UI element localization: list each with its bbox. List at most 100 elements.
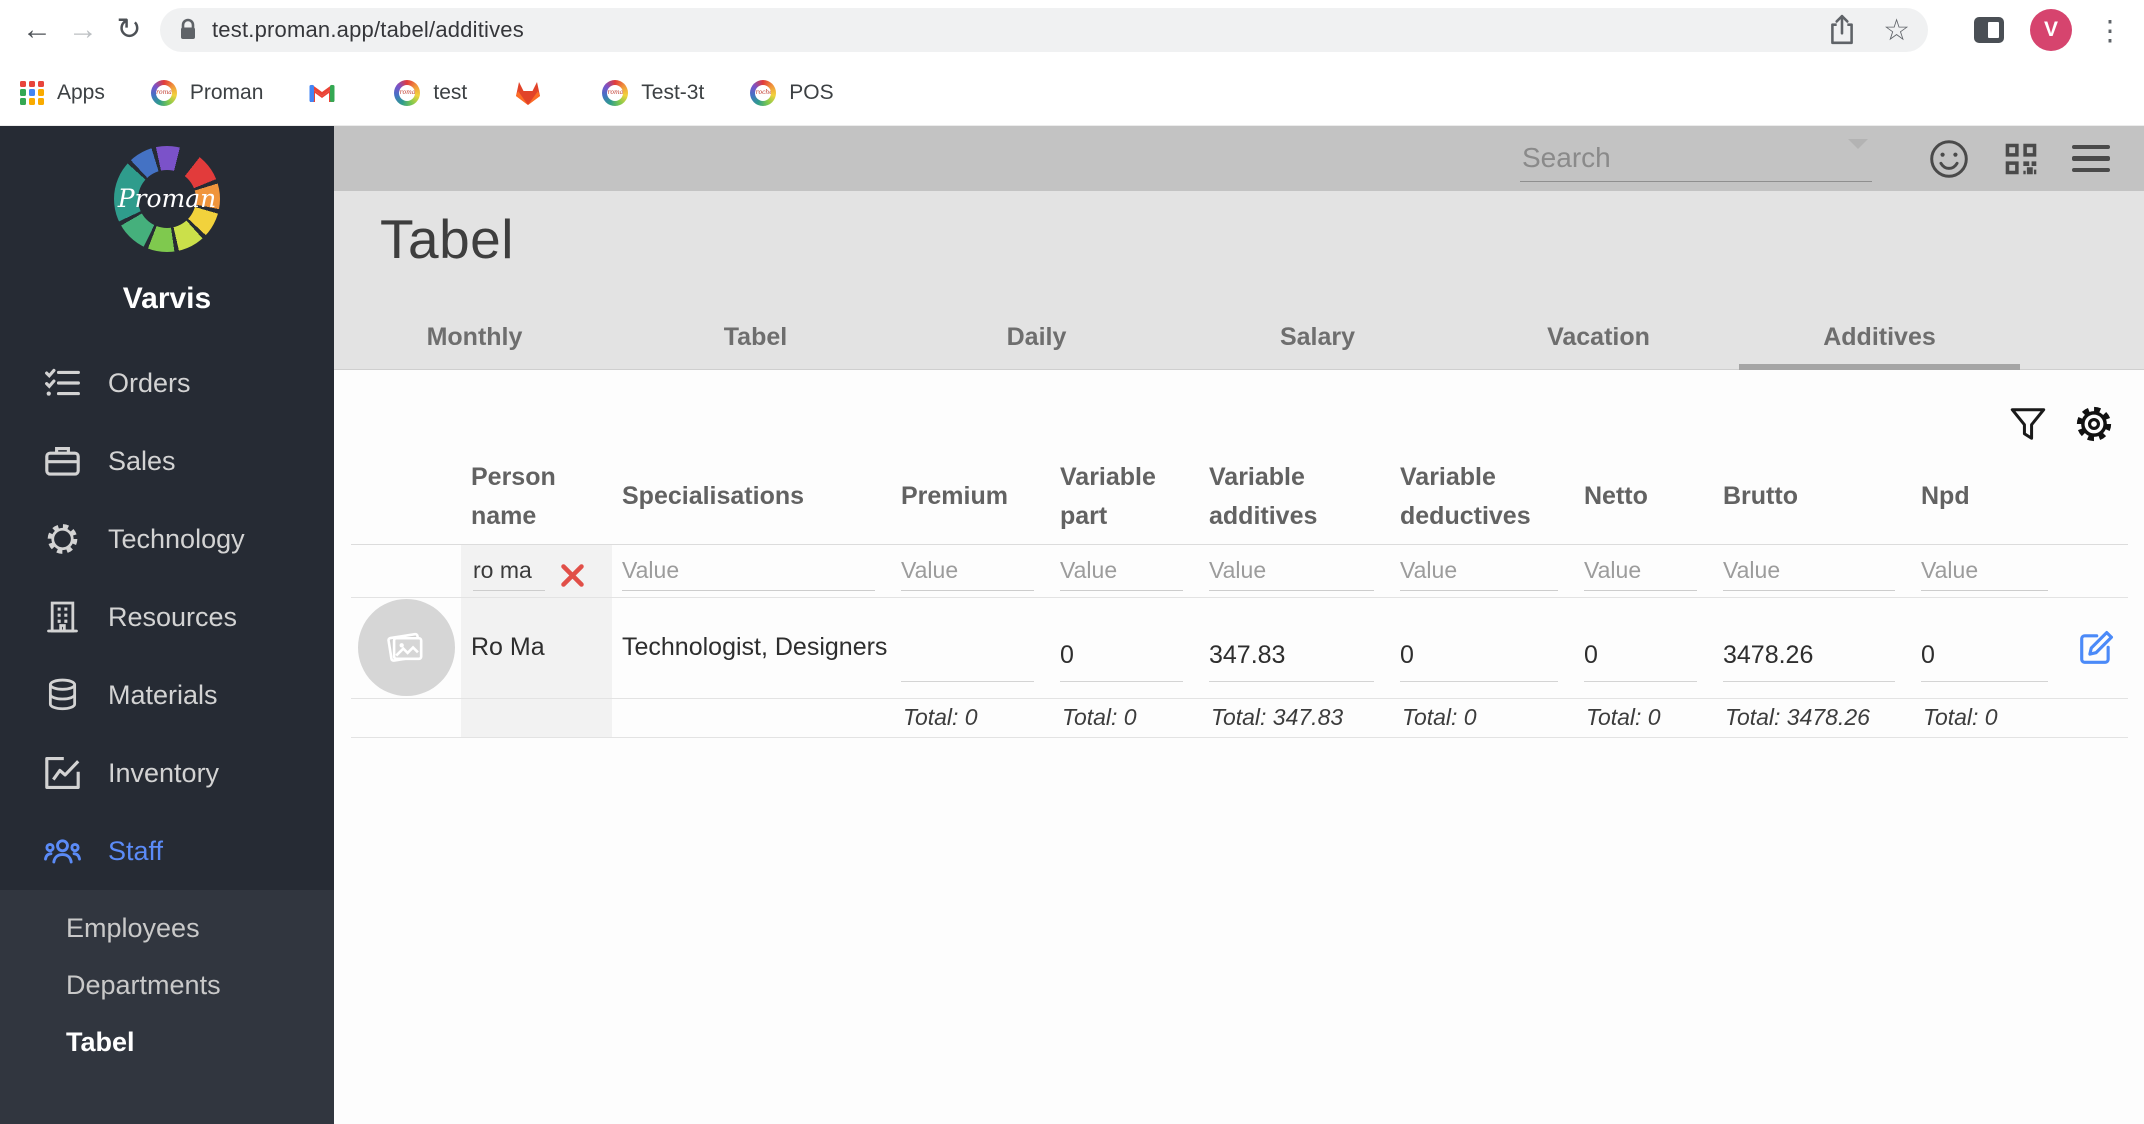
brutto-filter-input[interactable] [1723,556,1895,591]
row-variable-additives-cell [1199,598,1390,698]
bookmark-label: Test-3t [641,80,705,104]
bookmark-gitlab[interactable] [513,79,556,107]
column-header-brutto: Brutto [1723,482,1798,511]
browser-menu-icon[interactable]: ⋮ [2096,14,2124,47]
page-title: Tabel [380,208,514,270]
sidebar-item-label: Staff [108,835,164,866]
bookmark-label: POS [789,80,834,104]
proman-favicon: Proman [150,79,177,106]
tab-additives[interactable]: Additives [1739,305,2020,370]
table-tools [351,370,2128,444]
address-bar[interactable]: test.proman.app/tabel/additives ☆ [160,8,1928,52]
search-field[interactable] [1520,135,1872,182]
sidebar-item-technology[interactable]: Technology [0,500,334,578]
bookmark-label: Apps [57,80,105,104]
lock-icon [181,18,195,39]
submenu-item-tabel[interactable]: Tabel [0,1014,334,1071]
totals-actions-cell [2064,699,2128,737]
photo-placeholder-icon [387,632,423,662]
reload-icon[interactable]: ↻ [106,0,152,60]
gmail-icon [309,84,335,102]
sidebar-item-staff[interactable]: Staff [0,812,334,890]
tab-monthly[interactable]: Monthly [334,305,615,369]
tab-daily[interactable]: Daily [896,305,1177,369]
filter-icon[interactable] [2008,404,2048,444]
sidebar-item-inventory[interactable]: Inventory [0,734,334,812]
variable-additives-value-input[interactable] [1209,640,1374,682]
brutto-value-input[interactable] [1723,640,1895,682]
sidebar-item-resources[interactable]: Resources [0,578,334,656]
bookmark-gmail[interactable] [309,83,348,103]
staff-submenu: Employees Departments Tabel [0,890,334,1124]
premium-value-input[interactable] [901,640,1034,682]
search-dropdown-icon[interactable] [1848,139,1868,159]
edit-pencil-icon[interactable] [2076,628,2116,668]
menu-hamburger-icon[interactable] [2072,144,2110,173]
npd-value-input[interactable] [1921,640,2048,682]
share-icon[interactable] [1827,14,1857,46]
sidebar: Proman Varvis Orders Sales Technology Re… [0,126,334,1124]
account-name: Varvis [122,282,212,315]
variable-additives-filter-input[interactable] [1209,556,1374,591]
bookmark-test-3t[interactable]: Proman Test-3t [602,79,705,106]
filter-cell-npd [1911,545,2064,597]
sidebar-item-sales[interactable]: Sales [0,422,334,500]
person-name-filter-input[interactable] [473,556,545,591]
bookmarks-bar: Apps Proman Proman Proman test Proman Te… [0,60,2144,126]
bookmark-proman[interactable]: Proman Proman [150,79,263,106]
variable-deductives-value-input[interactable] [1400,640,1558,682]
bookmark-test[interactable]: Proman test [394,79,467,106]
total-npd: Total: 0 [1923,704,1998,730]
url-text[interactable]: test.proman.app/tabel/additives [212,17,1801,43]
search-input[interactable] [1520,142,1872,181]
column-header-variable-deductives: Variable deductives [1400,463,1531,530]
people-icon [44,839,81,864]
table-header-row: Person name Specialisations Premium Vari… [351,444,2128,545]
back-icon[interactable]: ← [14,0,60,60]
filter-cell-variable-part [1050,545,1199,597]
column-header-netto: Netto [1584,482,1648,511]
bookmark-pos[interactable]: Prochef POS [750,79,834,106]
tab-vacation[interactable]: Vacation [1458,305,1739,369]
npd-filter-input[interactable] [1921,556,2048,591]
row-brutto-cell [1713,598,1911,698]
netto-filter-input[interactable] [1584,556,1697,591]
row-specialisations: Technologist, Designers [622,633,888,661]
profile-avatar[interactable]: V [2030,9,2072,51]
briefcase-icon [45,447,80,476]
filter-cell-variable-additives [1199,545,1390,597]
side-panel-icon[interactable] [1974,17,2004,43]
bookmark-star-icon[interactable]: ☆ [1883,13,1910,48]
qr-code-icon[interactable] [2000,138,2042,180]
total-brutto: Total: 3478.26 [1725,704,1870,730]
filter-cell-premium [891,545,1050,597]
variable-part-value-input[interactable] [1060,640,1183,682]
database-icon [48,678,77,711]
variable-part-filter-input[interactable] [1060,556,1183,591]
sidebar-item-materials[interactable]: Materials [0,656,334,734]
sidebar-item-orders[interactable]: Orders [0,344,334,422]
tab-salary[interactable]: Salary [1177,305,1458,369]
column-header-specialisations: Specialisations [622,482,805,511]
sidebar-item-label: Orders [108,367,191,398]
forward-icon[interactable]: → [60,0,106,60]
feedback-smiley-icon[interactable] [1928,138,1970,180]
settings-gear-icon[interactable] [2074,404,2114,444]
submenu-item-employees[interactable]: Employees [0,900,334,957]
row-netto-cell [1574,598,1713,698]
tab-tabel[interactable]: Tabel [615,305,896,369]
page-header: Tabel Monthly Tabel Daily Salary Vacatio… [334,191,2144,370]
sidebar-item-label: Resources [108,601,238,632]
specialisations-filter-input[interactable] [622,556,875,591]
filter-cell-netto [1574,545,1713,597]
netto-value-input[interactable] [1584,640,1697,682]
total-premium: Total: 0 [903,704,978,730]
bookmark-apps[interactable]: Apps [20,80,105,105]
premium-filter-input[interactable] [901,556,1034,591]
submenu-item-departments[interactable]: Departments [0,957,334,1014]
clear-filter-icon[interactable] [559,562,586,589]
column-header-person-name: Person name [471,463,556,530]
variable-deductives-filter-input[interactable] [1400,556,1558,591]
proman-logo: Proman [114,146,220,252]
filter-cell-person-name [461,544,612,597]
